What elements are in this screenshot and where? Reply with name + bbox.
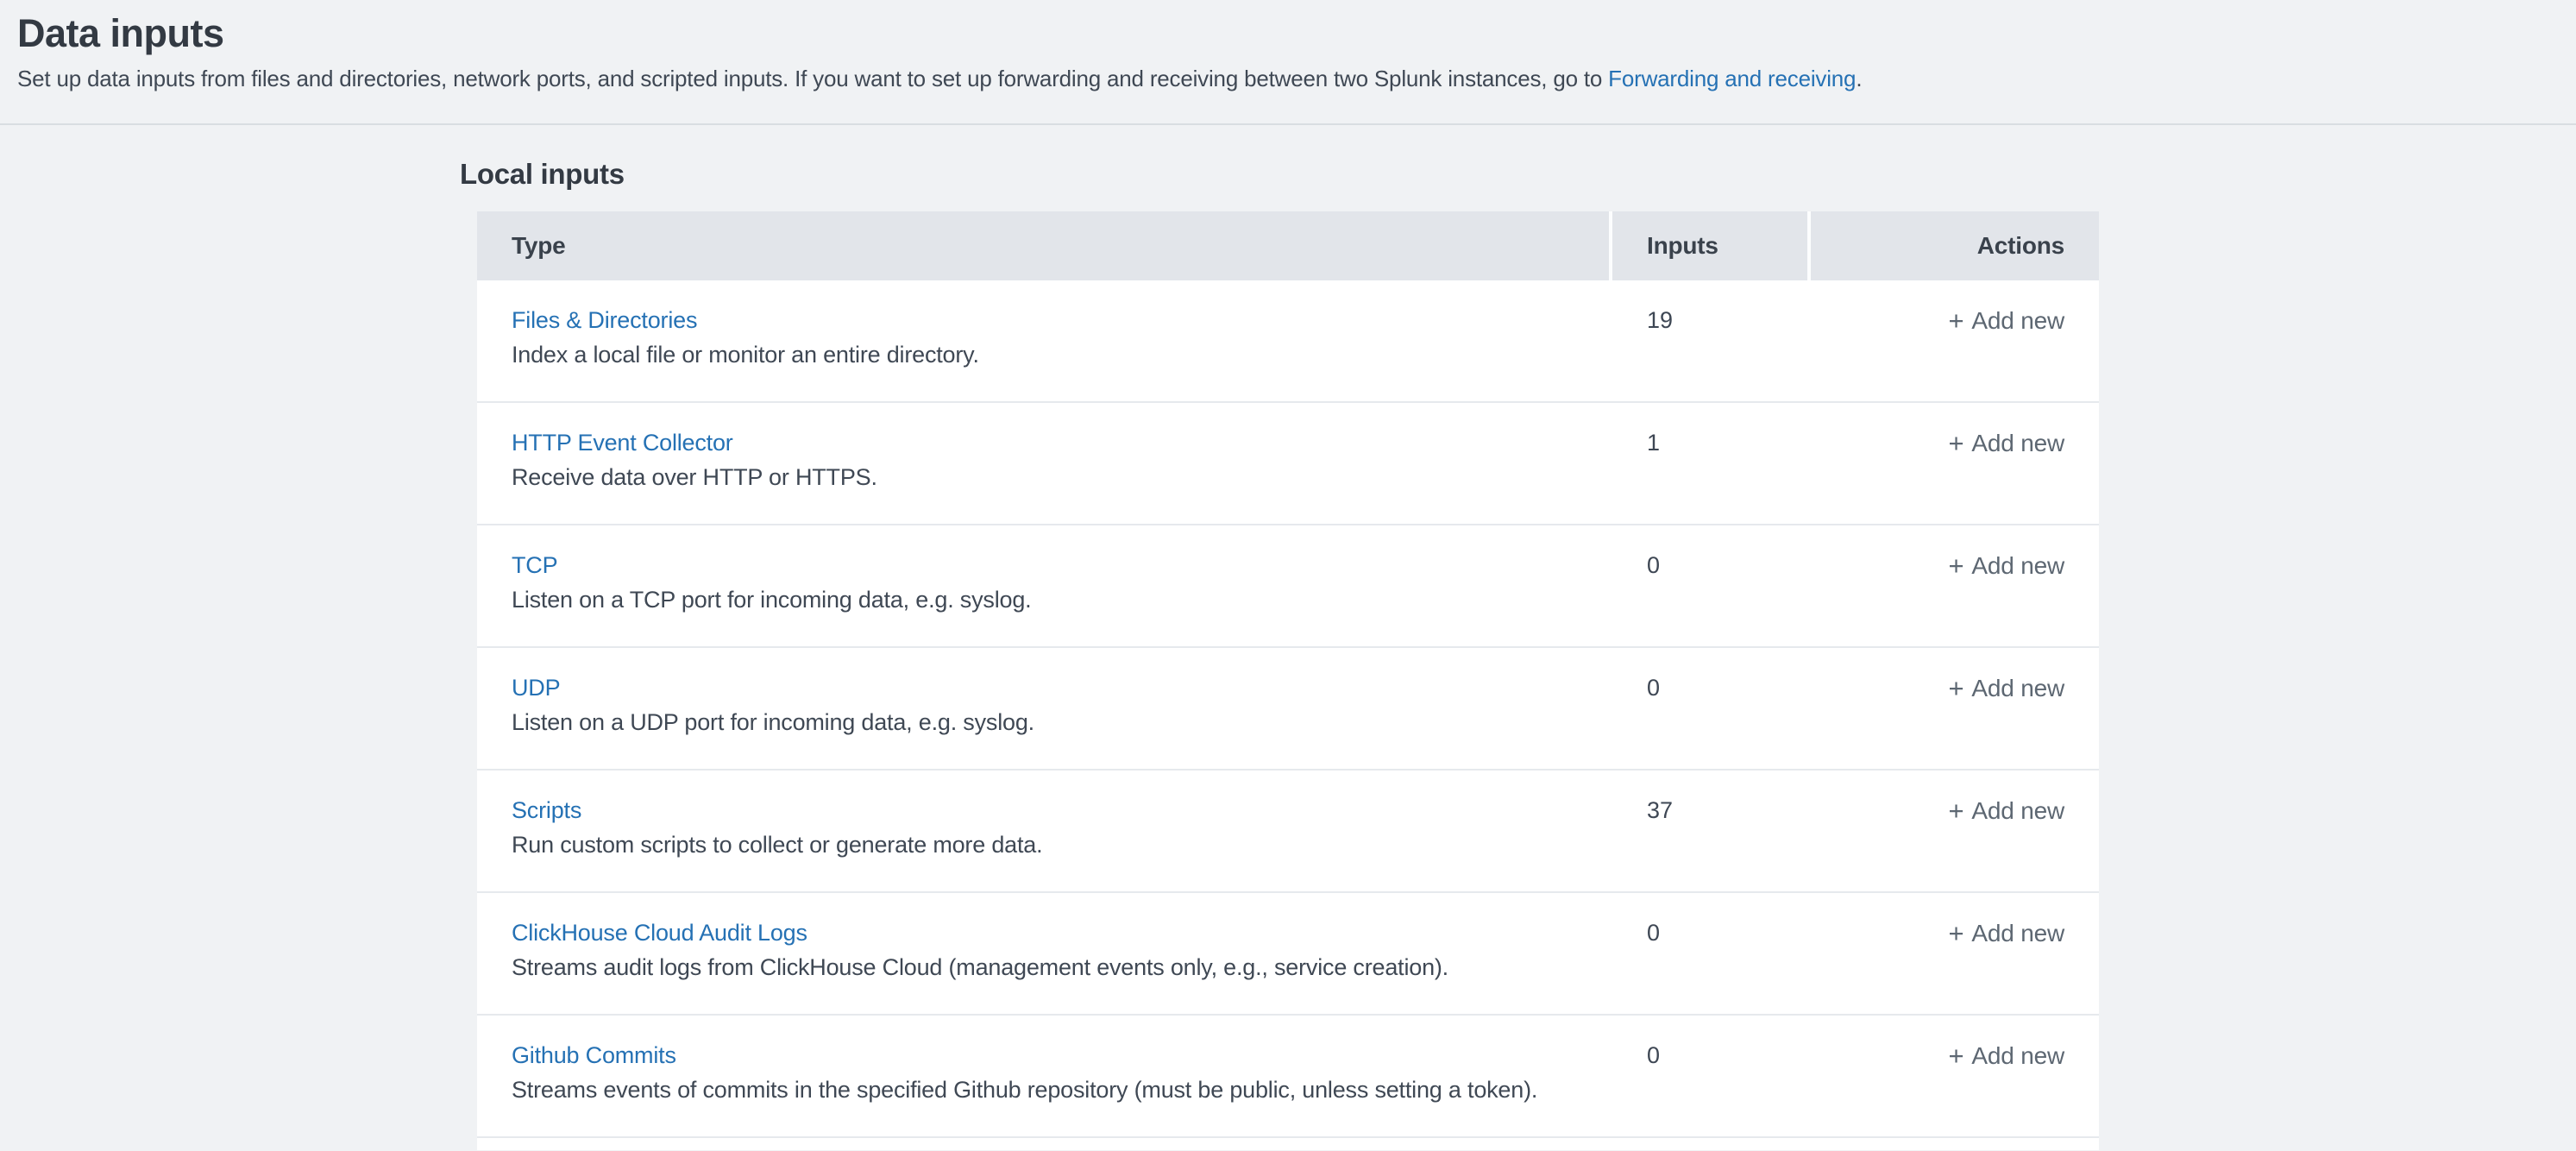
plus-icon: + — [1949, 794, 1964, 828]
add-new-button[interactable]: +Add new — [1949, 793, 2064, 828]
input-type-description: Streams events of commits in the specifi… — [512, 1072, 1578, 1107]
forwarding-and-receiving-link[interactable]: Forwarding and receiving — [1608, 66, 1856, 91]
add-new-label: Add new — [1971, 794, 2064, 828]
plus-icon: + — [1949, 1039, 1964, 1073]
add-new-button[interactable]: +Add new — [1949, 915, 2064, 951]
actions-cell: +Add new — [1811, 280, 2099, 401]
inputs-count: 1 — [1612, 403, 1811, 524]
plus-icon: + — [1949, 304, 1964, 338]
input-type-description: Run custom scripts to collect or generat… — [512, 827, 1578, 862]
actions-cell: +Add new — [1811, 525, 2099, 646]
table-body: Files & Directories Index a local file o… — [477, 280, 2099, 1138]
add-new-button[interactable]: +Add new — [1949, 425, 2064, 461]
add-new-button[interactable]: +Add new — [1949, 548, 2064, 583]
plus-icon: + — [1949, 549, 1964, 583]
actions-cell: +Add new — [1811, 893, 2099, 1014]
table-header-row: Type Inputs Actions — [477, 211, 2099, 280]
input-type-description: Listen on a TCP port for incoming data, … — [512, 582, 1578, 617]
table-row: ClickHouse Cloud Audit Logs Streams audi… — [477, 893, 2099, 1016]
input-type-description: Receive data over HTTP or HTTPS. — [512, 460, 1578, 494]
content-area: Local inputs Type Inputs Actions Files &… — [0, 156, 2576, 1150]
plus-icon: + — [1949, 916, 1964, 951]
add-new-label: Add new — [1971, 671, 2064, 706]
page-title: Data inputs — [17, 12, 2559, 55]
column-header-actions: Actions — [1807, 211, 2099, 280]
input-type-description: Listen on a UDP port for incoming data, … — [512, 705, 1578, 739]
add-new-button[interactable]: +Add new — [1949, 1038, 2064, 1073]
page-subtitle-text: Set up data inputs from files and direct… — [17, 66, 1608, 91]
page-subtitle-period: . — [1856, 66, 1862, 91]
page-subtitle: Set up data inputs from files and direct… — [17, 64, 2559, 93]
input-type-description: Streams audit logs from ClickHouse Cloud… — [512, 950, 1578, 984]
local-inputs-table: Type Inputs Actions Files & Directories … — [477, 211, 2099, 1150]
type-cell: TCP Listen on a TCP port for incoming da… — [477, 525, 1612, 646]
table-row: Scripts Run custom scripts to collect or… — [477, 770, 2099, 893]
actions-cell: +Add new — [1811, 1016, 2099, 1136]
inputs-count: 0 — [1612, 893, 1811, 1014]
add-new-label: Add new — [1971, 1039, 2064, 1073]
section-title: Local inputs — [460, 156, 2576, 192]
type-cell: Github Commits Streams events of commits… — [477, 1016, 1612, 1136]
page-header: Data inputs Set up data inputs from file… — [0, 0, 2576, 125]
actions-cell: +Add new — [1811, 648, 2099, 769]
table-row: Github Commits Streams events of commits… — [477, 1016, 2099, 1138]
input-type-description: Index a local file or monitor an entire … — [512, 337, 1578, 372]
table-row: Files & Directories Index a local file o… — [477, 280, 2099, 403]
input-type-link[interactable]: Scripts — [512, 793, 581, 827]
table-partial-row — [477, 1138, 2099, 1150]
inputs-count: 19 — [1612, 280, 1811, 401]
plus-icon: + — [1949, 671, 1964, 706]
table-row: UDP Listen on a UDP port for incoming da… — [477, 648, 2099, 770]
add-new-label: Add new — [1971, 426, 2064, 461]
type-cell: HTTP Event Collector Receive data over H… — [477, 403, 1612, 524]
input-type-link[interactable]: Files & Directories — [512, 303, 697, 337]
type-cell: Files & Directories Index a local file o… — [477, 280, 1612, 401]
table-row: TCP Listen on a TCP port for incoming da… — [477, 525, 2099, 648]
table-row: HTTP Event Collector Receive data over H… — [477, 403, 2099, 525]
add-new-button[interactable]: +Add new — [1949, 670, 2064, 706]
inputs-count: 37 — [1612, 770, 1811, 891]
column-header-inputs: Inputs — [1609, 211, 1807, 280]
add-new-label: Add new — [1971, 304, 2064, 338]
inputs-count: 0 — [1612, 525, 1811, 646]
input-type-link[interactable]: HTTP Event Collector — [512, 425, 733, 460]
inputs-count: 0 — [1612, 1016, 1811, 1136]
input-type-link[interactable]: ClickHouse Cloud Audit Logs — [512, 915, 807, 950]
type-cell: ClickHouse Cloud Audit Logs Streams audi… — [477, 893, 1612, 1014]
actions-cell: +Add new — [1811, 403, 2099, 524]
inputs-count: 0 — [1612, 648, 1811, 769]
add-new-label: Add new — [1971, 916, 2064, 951]
type-cell: Scripts Run custom scripts to collect or… — [477, 770, 1612, 891]
plus-icon: + — [1949, 426, 1964, 461]
actions-cell: +Add new — [1811, 770, 2099, 891]
input-type-link[interactable]: UDP — [512, 670, 560, 705]
input-type-link[interactable]: Github Commits — [512, 1038, 676, 1072]
input-type-link[interactable]: TCP — [512, 548, 557, 582]
add-new-label: Add new — [1971, 549, 2064, 583]
add-new-button[interactable]: +Add new — [1949, 303, 2064, 338]
column-header-type: Type — [477, 211, 1609, 280]
type-cell: UDP Listen on a UDP port for incoming da… — [477, 648, 1612, 769]
